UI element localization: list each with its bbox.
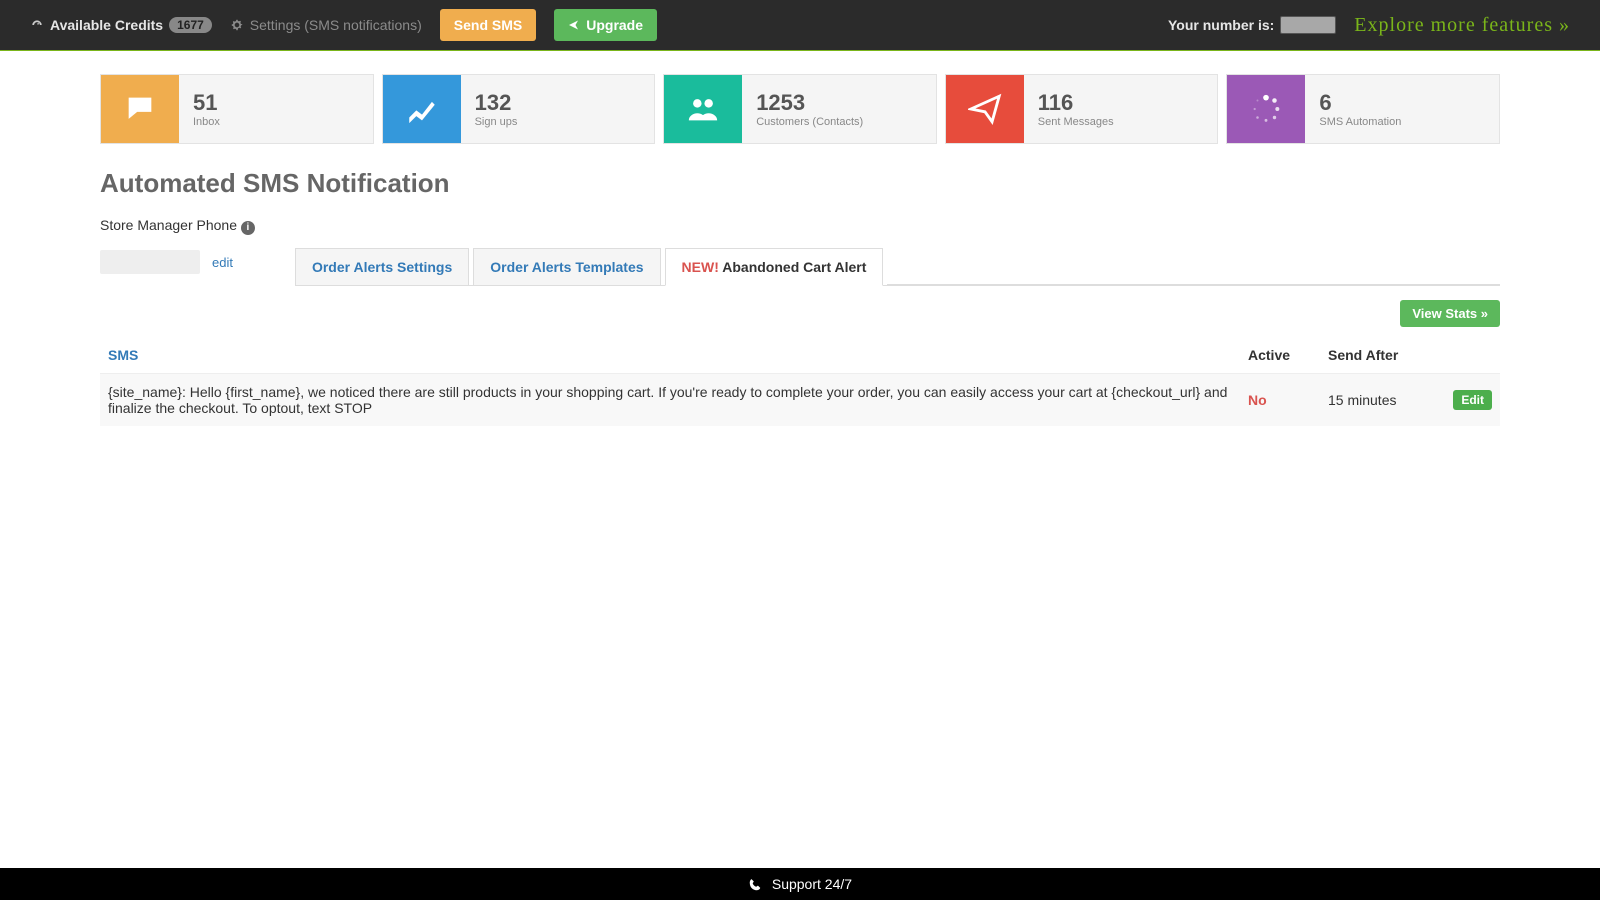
stat-sent[interactable]: 116Sent Messages [945, 74, 1219, 144]
explore-link[interactable]: Explore more features » [1354, 14, 1570, 37]
upgrade-button[interactable]: Upgrade [554, 9, 657, 41]
cell-sms: {site_name}: Hello {first_name}, we noti… [100, 373, 1240, 426]
col-action [1440, 337, 1500, 374]
col-send-after: Send After [1320, 337, 1440, 374]
edit-phone-link[interactable]: edit [212, 255, 233, 270]
send-icon [946, 75, 1024, 143]
credits-label: Available Credits [50, 17, 163, 33]
page-title: Automated SMS Notification [100, 168, 1500, 199]
cell-send-after: 15 minutes [1320, 373, 1440, 426]
sms-table: SMS Active Send After {site_name}: Hello… [100, 337, 1500, 426]
support-label[interactable]: Support 24/7 [772, 876, 852, 892]
gear-icon [230, 18, 244, 32]
users-icon [664, 75, 742, 143]
spinner-icon [1227, 75, 1305, 143]
store-phone-value [100, 250, 200, 274]
phone-icon [748, 878, 762, 892]
view-stats-button[interactable]: View Stats » [1400, 300, 1500, 327]
tabs: Order Alerts Settings Order Alerts Templ… [295, 247, 1500, 286]
stats-row: 51Inbox 132Sign ups 1253Customers (Conta… [100, 74, 1500, 144]
tab-order-alerts-templates[interactable]: Order Alerts Templates [473, 248, 660, 285]
settings-link[interactable]: Settings (SMS notifications) [230, 17, 422, 33]
col-sms[interactable]: SMS [100, 337, 1240, 374]
stat-customers[interactable]: 1253Customers (Contacts) [663, 74, 937, 144]
gauge-icon [30, 18, 44, 32]
footer: Support 24/7 [0, 868, 1600, 900]
store-phone-label: Store Manager Phone i [100, 217, 1500, 235]
cell-action: Edit [1440, 373, 1500, 426]
new-badge: NEW! [682, 259, 719, 275]
stat-automation[interactable]: 6SMS Automation [1226, 74, 1500, 144]
available-credits[interactable]: Available Credits 1677 [30, 17, 212, 33]
send-sms-button[interactable]: Send SMS [440, 9, 536, 41]
store-phone-section: Store Manager Phone i edit Order Alerts … [100, 217, 1500, 286]
chart-icon [383, 75, 461, 143]
cell-active: No [1240, 373, 1320, 426]
table-actions: View Stats » [100, 300, 1500, 327]
table-row: {site_name}: Hello {first_name}, we noti… [100, 373, 1500, 426]
tab-abandoned-cart[interactable]: NEW! Abandoned Cart Alert [665, 248, 884, 286]
topbar-right: Your number is: Explore more features » [1168, 14, 1570, 37]
stat-signups[interactable]: 132Sign ups [382, 74, 656, 144]
chat-icon [101, 75, 179, 143]
your-number: Your number is: [1168, 16, 1336, 34]
your-number-value [1280, 16, 1336, 34]
arrow-icon [568, 19, 580, 31]
edit-row-button[interactable]: Edit [1453, 390, 1492, 410]
topbar: Available Credits 1677 Settings (SMS not… [0, 0, 1600, 50]
your-number-label: Your number is: [1168, 17, 1274, 33]
stat-inbox[interactable]: 51Inbox [100, 74, 374, 144]
upgrade-label: Upgrade [586, 17, 643, 33]
settings-label: Settings (SMS notifications) [250, 17, 422, 33]
main-container: 51Inbox 132Sign ups 1253Customers (Conta… [70, 50, 1530, 450]
col-active: Active [1240, 337, 1320, 374]
info-icon[interactable]: i [241, 221, 255, 235]
tab-order-alerts-settings[interactable]: Order Alerts Settings [295, 248, 469, 285]
credits-badge: 1677 [169, 17, 212, 33]
